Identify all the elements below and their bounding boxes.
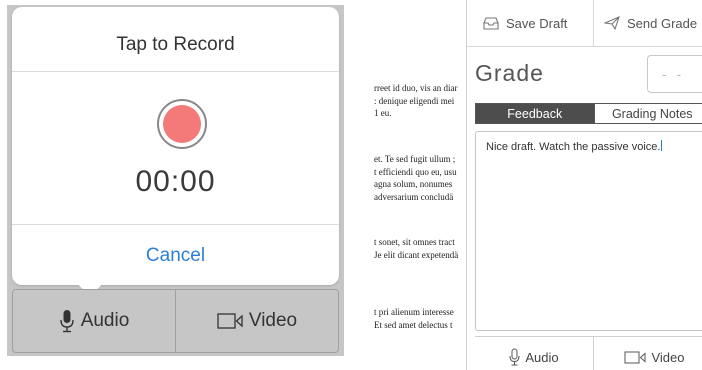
save-draft-label: Save Draft — [506, 15, 568, 31]
inbox-tray-icon — [483, 16, 499, 30]
audio-label: Audio — [80, 310, 130, 331]
grade-heading: Grade — [475, 60, 544, 86]
document-preview: rreet id duo, vis an diar : denique elig… — [374, 82, 468, 332]
document-line: t sonet, sit omnes tract — [374, 237, 455, 247]
document-line: agna solum, nonumes — [374, 179, 453, 189]
microphone-icon — [59, 309, 75, 333]
paper-plane-icon — [604, 16, 620, 30]
grade-input[interactable]: - - — [647, 55, 702, 93]
feedback-tabs: Feedback Grading Notes — [475, 103, 702, 124]
save-draft-button[interactable]: Save Draft — [467, 0, 593, 46]
media-toolbar: Audio Video — [12, 289, 339, 353]
record-button[interactable] — [157, 99, 207, 149]
document-line: Et sed amet delectus t — [374, 319, 453, 330]
feedback-media-toolbar: Audio Video — [475, 336, 702, 370]
document-paragraph: et. Te sed fugit ullum ; t efficiendi qu… — [374, 153, 457, 203]
document-line: et. Te sed fugit ullum ; — [374, 154, 456, 164]
document-line: t efficiendi quo eu, usu — [374, 166, 457, 177]
feedback-audio-label: Audio — [525, 349, 559, 365]
video-label: Video — [248, 310, 298, 331]
popover-title: Tap to Record — [12, 7, 339, 72]
document-line: Je elit dicant expetendä — [374, 249, 459, 260]
document-paragraph: t pri alienum interesse Et sed amet dele… — [374, 306, 454, 331]
document-line: 1 eu. — [374, 108, 392, 118]
send-grade-label: Send Grade — [627, 15, 698, 31]
send-grade-button[interactable]: Send Grade — [593, 0, 702, 46]
grading-toolbar: Save Draft Send Grade — [467, 0, 702, 47]
feedback-video-button[interactable]: Video — [593, 337, 702, 370]
audio-button[interactable]: Audio — [13, 290, 175, 352]
video-camera-icon — [217, 312, 243, 330]
recorder-panel: Tap to Record 00:00 Cancel Audio Video — [7, 5, 344, 356]
video-camera-icon — [624, 350, 646, 364]
text-cursor — [661, 140, 663, 151]
tab-grading-notes[interactable]: Grading Notes — [593, 104, 702, 123]
microphone-icon — [509, 348, 520, 366]
document-line: adversarium concludä — [374, 191, 454, 202]
cancel-button[interactable]: Cancel — [12, 224, 339, 286]
record-dot-icon — [163, 105, 201, 143]
document-line: rreet id duo, vis an diar — [374, 83, 458, 93]
feedback-textarea[interactable]: Nice draft. Watch the passive voice. — [475, 131, 702, 331]
document-paragraph: rreet id duo, vis an diar : denique elig… — [374, 82, 457, 120]
feedback-audio-button[interactable]: Audio — [475, 337, 593, 370]
document-line: : denique eligendi mei — [374, 95, 455, 106]
feedback-text: Nice draft. Watch the passive voice. — [486, 141, 661, 153]
tab-feedback[interactable]: Feedback — [476, 104, 594, 123]
grading-panel: Save Draft Send Grade Grade - - Feedback… — [466, 0, 702, 370]
record-timer: 00:00 — [135, 165, 216, 198]
feedback-video-label: Video — [651, 349, 685, 365]
document-line: t pri alienum interesse — [374, 307, 454, 317]
document-paragraph: t sonet, sit omnes tract Je elit dicant … — [374, 236, 458, 261]
record-popover: Tap to Record 00:00 Cancel — [12, 7, 339, 285]
video-button[interactable]: Video — [175, 290, 338, 352]
